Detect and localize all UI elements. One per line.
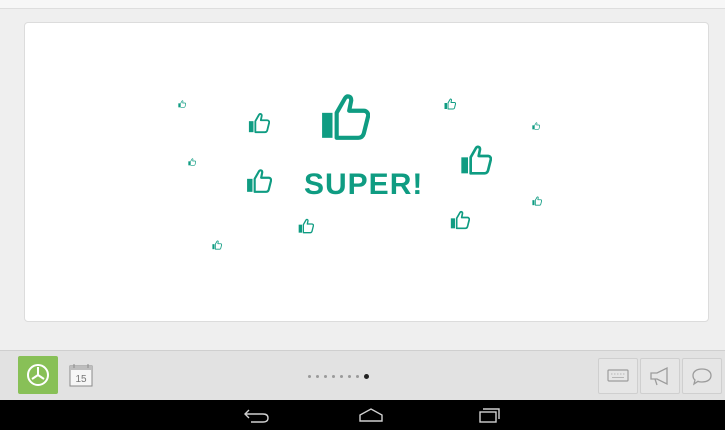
thumbs-up-icon	[248, 112, 270, 134]
recent-apps-icon	[479, 408, 500, 423]
page-indicator[interactable]	[308, 372, 369, 380]
speech-bubble-icon	[692, 368, 712, 386]
thumbs-up-icon	[460, 144, 492, 176]
home-icon	[359, 408, 383, 422]
announce-button[interactable]	[640, 358, 680, 394]
thumbs-up-icon	[178, 100, 186, 108]
recent-apps-button[interactable]	[474, 406, 504, 424]
chat-button[interactable]	[682, 358, 722, 394]
page-dot[interactable]	[340, 374, 343, 378]
calendar-button[interactable]: 15	[66, 360, 98, 392]
page-dot-active[interactable]	[364, 373, 369, 379]
calendar-day: 15	[75, 374, 87, 385]
page-dot[interactable]	[356, 374, 359, 378]
thumbs-up-icon	[298, 218, 314, 234]
thumbs-up-icon	[444, 98, 456, 110]
back-icon	[244, 409, 269, 423]
thumbs-up-icon	[450, 210, 470, 230]
back-button[interactable]	[243, 406, 273, 424]
keyboard-button[interactable]	[598, 358, 638, 394]
page-dot[interactable]	[308, 374, 311, 378]
clock-icon	[27, 364, 49, 386]
thumbs-up-icon	[532, 196, 542, 206]
home-button[interactable]	[356, 406, 386, 424]
clock-button[interactable]	[18, 356, 58, 394]
top-edge	[0, 0, 725, 9]
page-dot[interactable]	[316, 374, 319, 378]
thumbs-up-icon	[532, 122, 540, 130]
calendar-icon: 15	[69, 364, 93, 387]
megaphone-icon	[650, 366, 668, 386]
thumbs-up-icon	[212, 240, 222, 250]
thumbs-up-icon	[246, 168, 272, 194]
super-message: SUPER!	[304, 168, 424, 201]
thumbs-up-icon	[320, 92, 370, 142]
page-dot[interactable]	[324, 374, 327, 378]
page-dot[interactable]	[348, 374, 351, 378]
thumbs-up-icon	[188, 158, 196, 166]
page-dot[interactable]	[332, 374, 335, 378]
system-nav-bar	[0, 400, 725, 430]
keyboard-icon	[607, 369, 629, 382]
